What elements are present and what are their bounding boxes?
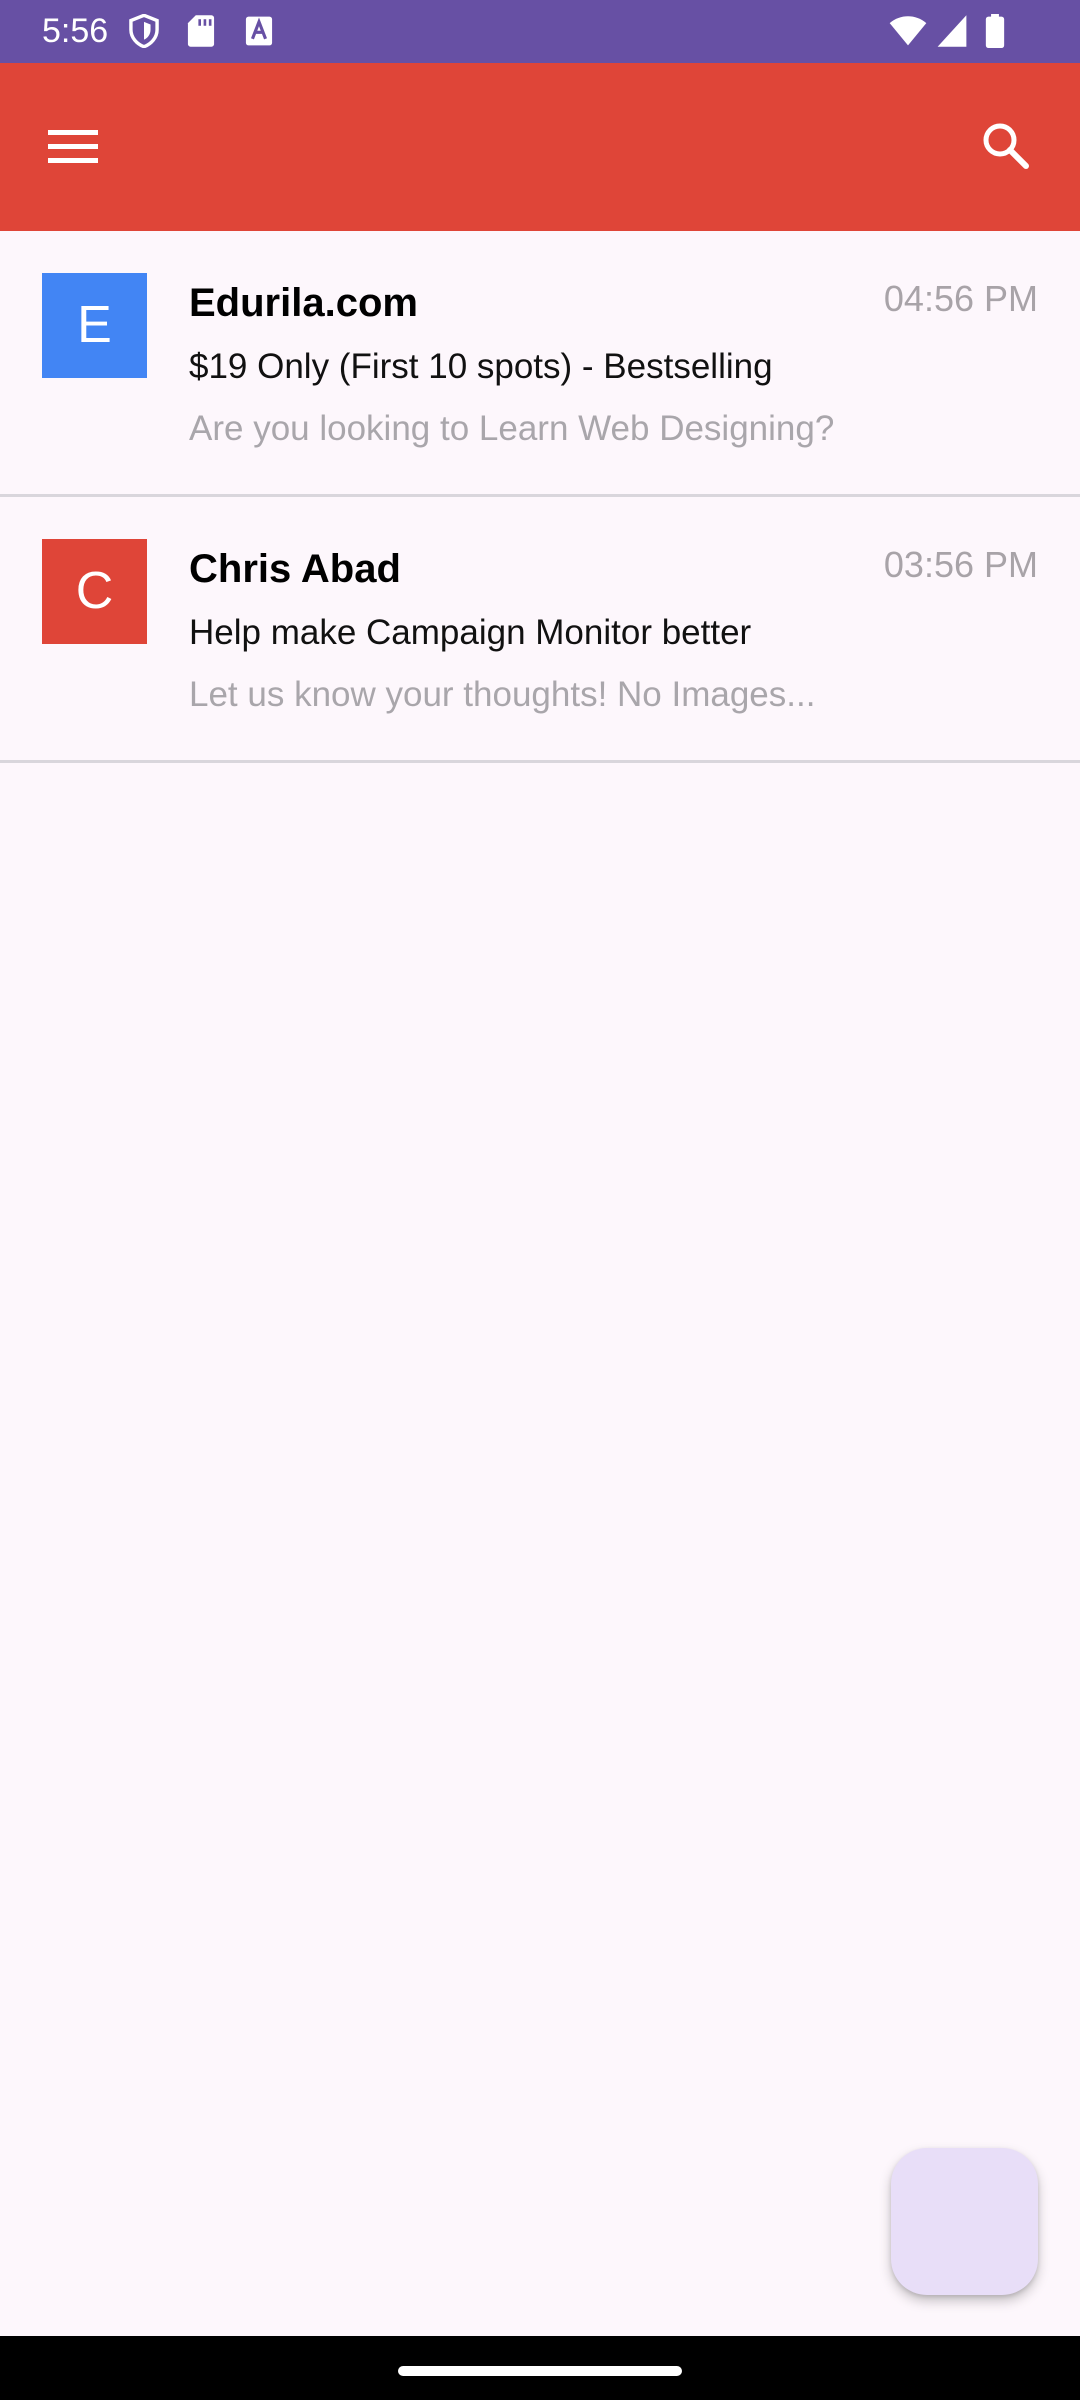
shield-icon [128,13,160,53]
status-bar: 5:56 [0,0,1080,63]
search-icon [966,123,1046,191]
email-list-item[interactable]: C Chris Abad 03:56 PM Help make Campaign… [0,497,1080,763]
email-preview: Let us know your thoughts! No Images... [189,675,816,714]
email-sender: Edurila.com [189,281,418,325]
email-list-item[interactable]: E Edurila.com 04:56 PM $19 Only (First 1… [0,231,1080,497]
email-time: 03:56 PM [883,544,1038,585]
signal-icon [936,14,968,53]
email-subject: Help make Campaign Monitor better [189,613,752,652]
battery-icon [984,14,1006,53]
font-a-icon [244,14,274,53]
search-button[interactable] [966,107,1046,187]
app-bar [0,63,1080,231]
status-time: 5:56 [42,12,109,50]
avatar: E [42,273,147,378]
email-sender: Chris Abad [189,547,401,591]
menu-icon [34,130,114,191]
avatar: C [42,539,147,644]
email-subject: $19 Only (First 10 spots) - Bestselling [189,347,773,386]
sd-card-icon [186,14,216,53]
compose-fab[interactable] [891,2148,1038,2295]
email-preview: Are you looking to Learn Web Designing? [189,409,835,448]
email-time: 04:56 PM [883,278,1038,319]
email-list: E Edurila.com 04:56 PM $19 Only (First 1… [0,231,1080,763]
wifi-icon [888,14,928,53]
navigation-bar [0,2336,1080,2400]
home-gesture-handle[interactable] [398,2366,682,2376]
menu-button[interactable] [34,107,114,187]
